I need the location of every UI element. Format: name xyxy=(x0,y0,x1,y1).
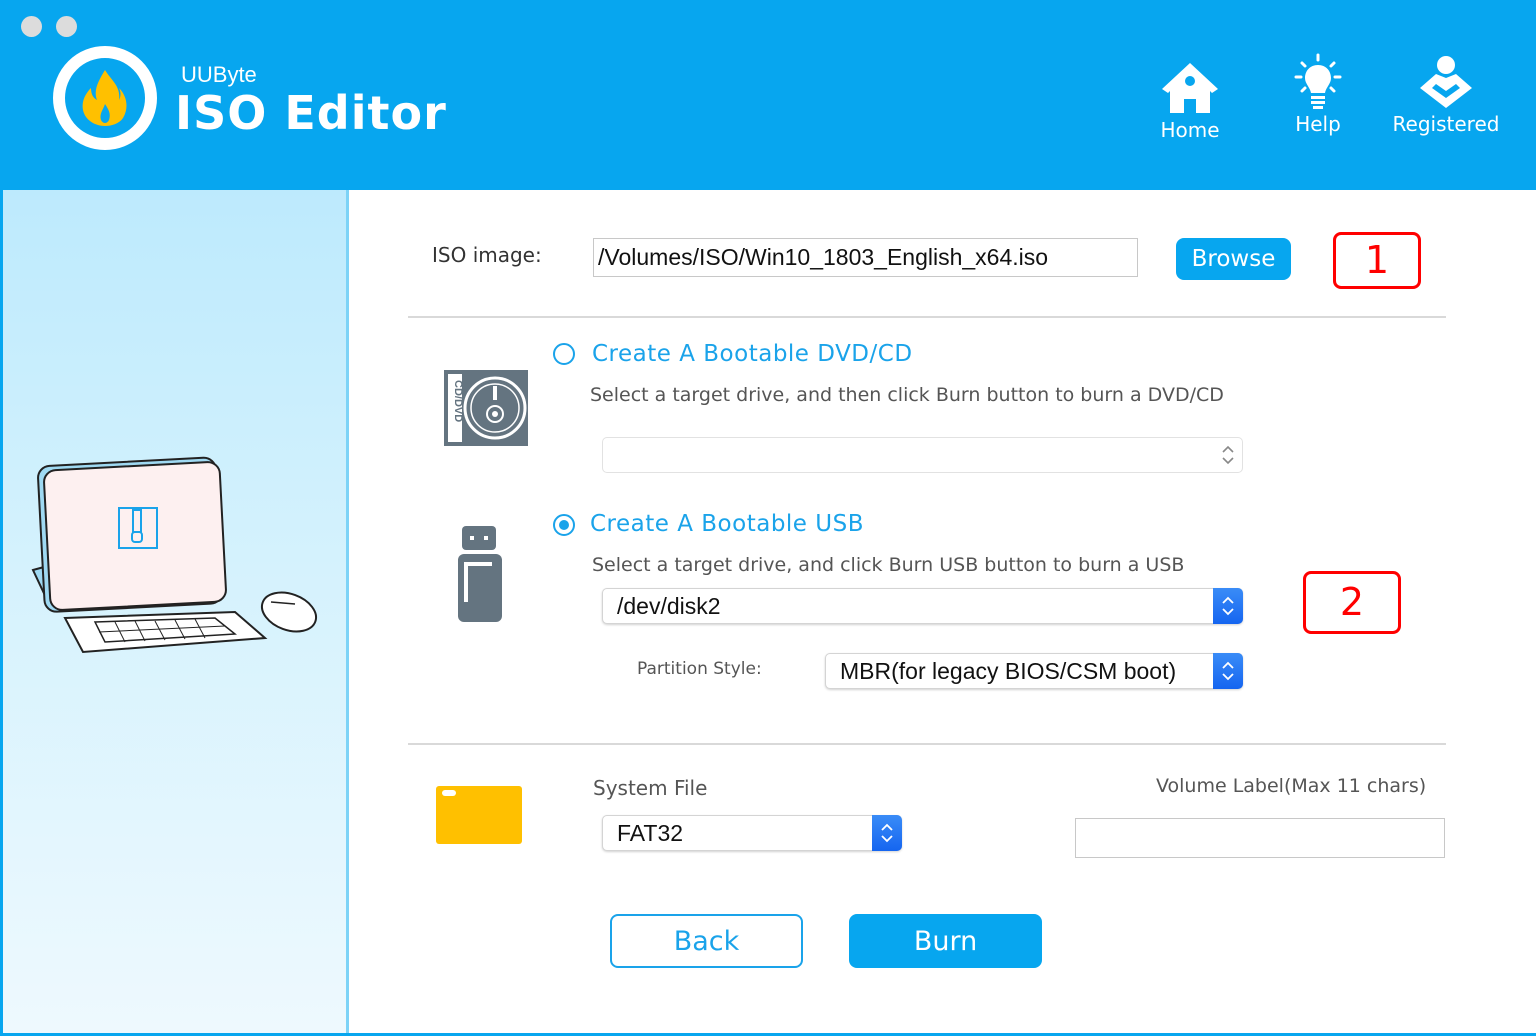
nav-home-button[interactable]: Home xyxy=(1151,58,1229,158)
app-header: UUByte ISO Editor Home Help Registered xyxy=(3,0,1536,190)
browse-button[interactable]: Browse xyxy=(1176,238,1291,280)
usb-radio[interactable] xyxy=(553,514,575,536)
nav-home-label: Home xyxy=(1160,118,1220,142)
svg-text:CD/DVD: CD/DVD xyxy=(452,380,464,422)
brand-name: UUByte xyxy=(181,62,257,87)
volume-label-input[interactable] xyxy=(1075,818,1445,858)
section-divider xyxy=(408,743,1446,745)
step-1-annotation: 1 xyxy=(1333,232,1421,289)
partition-style-value: MBR(for legacy BIOS/CSM boot) xyxy=(840,658,1177,684)
nav-registered-button[interactable]: Registered xyxy=(1383,52,1509,152)
iso-image-label: ISO image: xyxy=(432,243,542,267)
flame-icon xyxy=(82,70,127,126)
window-minimize-button[interactable] xyxy=(56,16,77,37)
partition-style-label: Partition Style: xyxy=(637,659,762,679)
select-chevron-icon xyxy=(1213,588,1243,624)
usb-drive-value: /dev/disk2 xyxy=(617,593,721,619)
dvd-option-description: Select a target drive, and then click Bu… xyxy=(590,384,1224,406)
app-title: ISO Editor xyxy=(175,86,447,140)
dvd-drive-select[interactable] xyxy=(602,437,1243,473)
select-chevron-icon xyxy=(872,815,902,851)
iso-path-input[interactable] xyxy=(593,238,1138,277)
usb-drive-select[interactable]: /dev/disk2 xyxy=(602,588,1243,624)
file-system-select[interactable]: FAT32 xyxy=(602,815,902,851)
burn-button[interactable]: Burn xyxy=(849,914,1042,968)
volume-label-caption: Volume Label(Max 11 chars) xyxy=(1156,775,1427,797)
nav-help-button[interactable]: Help xyxy=(1279,52,1357,152)
cd-dvd-icon: CD/DVD xyxy=(444,370,528,446)
desktop-computer-illustration xyxy=(31,456,318,654)
sidebar xyxy=(3,190,349,1033)
file-system-value: FAT32 xyxy=(617,820,684,846)
section-divider xyxy=(408,316,1446,318)
usb-option-title[interactable]: Create A Bootable USB xyxy=(590,511,864,537)
nav-registered-label: Registered xyxy=(1392,112,1500,136)
home-icon xyxy=(1162,63,1218,113)
app-logo xyxy=(53,46,157,150)
dvd-option-title[interactable]: Create A Bootable DVD/CD xyxy=(592,341,913,367)
registered-user-icon xyxy=(1420,56,1472,108)
system-file-label: System File xyxy=(593,776,708,800)
select-chevron-icon xyxy=(1213,653,1243,689)
usb-drive-icon xyxy=(458,526,502,622)
folder-icon xyxy=(436,786,522,844)
app-window: UUByte ISO Editor Home Help Registered I… xyxy=(0,0,1536,1036)
step-2-annotation: 2 xyxy=(1303,571,1401,634)
window-close-button[interactable] xyxy=(21,16,42,37)
main-panel: ISO image: Browse 1 CD/DVD Create A Boot… xyxy=(352,190,1536,1033)
back-button[interactable]: Back xyxy=(610,914,803,968)
dvd-radio[interactable] xyxy=(553,343,575,365)
usb-option-description: Select a target drive, and click Burn US… xyxy=(592,554,1185,576)
partition-style-select[interactable]: MBR(for legacy BIOS/CSM boot) xyxy=(825,653,1243,689)
nav-help-label: Help xyxy=(1295,112,1341,136)
select-chevron-icon xyxy=(1213,437,1243,473)
lightbulb-icon xyxy=(1294,53,1342,109)
